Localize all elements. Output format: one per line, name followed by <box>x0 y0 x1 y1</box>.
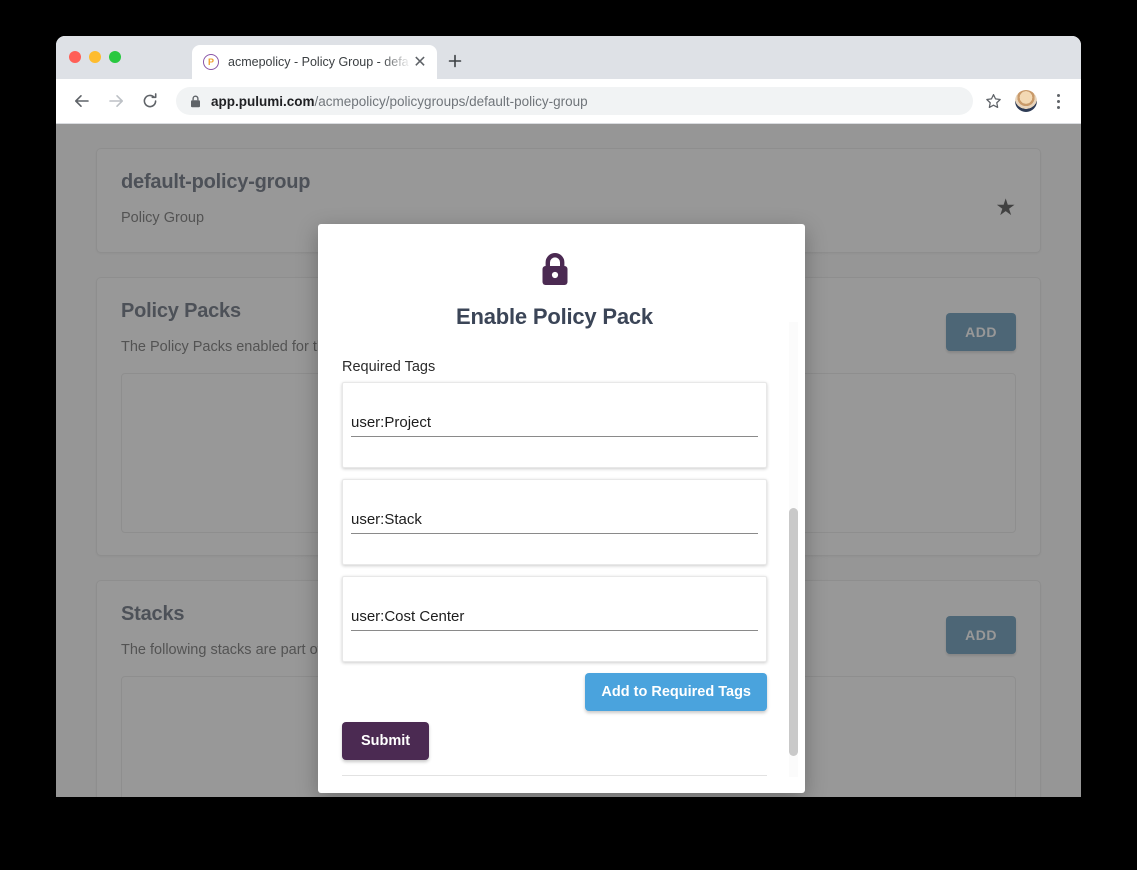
back-icon[interactable] <box>68 87 96 115</box>
required-tag-card <box>342 479 767 565</box>
enable-policy-pack-dialog: Enable Policy Pack Required Tags Add to … <box>318 224 805 793</box>
add-to-required-tags-button[interactable]: Add to Required Tags <box>585 673 767 711</box>
url-domain: app.pulumi.com <box>211 93 315 109</box>
new-tab-button[interactable] <box>442 48 468 74</box>
required-tag-input-3[interactable] <box>351 607 758 631</box>
add-tags-row: Add to Required Tags <box>342 673 767 711</box>
submit-row: Submit <box>342 722 767 760</box>
browser-tab-active[interactable]: P acmepolicy - Policy Group - defa ✕ <box>192 45 437 79</box>
required-tag-card <box>342 382 767 468</box>
forward-icon[interactable] <box>102 87 130 115</box>
submit-button[interactable]: Submit <box>342 722 430 760</box>
window-zoom-button[interactable] <box>109 51 121 63</box>
required-tag-card <box>342 576 767 662</box>
page-viewport: default-policy-group Policy Group ★ Poli… <box>56 124 1081 797</box>
reload-icon[interactable] <box>136 87 164 115</box>
close-icon[interactable]: ✕ <box>411 53 429 71</box>
browser-tab-title: acmepolicy - Policy Group - defa <box>228 55 409 69</box>
dialog-scrollbar-thumb[interactable] <box>789 508 798 756</box>
browser-window: P acmepolicy - Policy Group - defa ✕ app… <box>56 36 1081 797</box>
browser-toolbar: app.pulumi.com/acmepolicy/policygroups/d… <box>56 79 1081 124</box>
dialog-title: Enable Policy Pack <box>456 304 653 329</box>
dialog-content: Enable Policy Pack Required Tags Add to … <box>318 224 805 793</box>
browser-tab-strip: P acmepolicy - Policy Group - defa ✕ <box>56 36 1081 79</box>
avatar[interactable] <box>1015 90 1037 112</box>
required-tags-label: Required Tags <box>342 359 436 375</box>
required-tag-input-2[interactable] <box>351 510 758 534</box>
window-close-button[interactable] <box>69 51 81 63</box>
lock-icon <box>190 95 201 108</box>
dialog-scrollbar[interactable] <box>789 322 798 777</box>
browser-menu-icon[interactable] <box>1049 93 1067 109</box>
dialog-divider <box>342 775 767 776</box>
url-path: /acmepolicy/policygroups/default-policy-… <box>314 93 588 109</box>
address-bar[interactable]: app.pulumi.com/acmepolicy/policygroups/d… <box>176 87 973 115</box>
bookmark-star-icon[interactable] <box>981 89 1005 113</box>
pulumi-logo-icon: P <box>203 54 219 70</box>
address-bar-url: app.pulumi.com/acmepolicy/policygroups/d… <box>211 94 588 109</box>
window-minimize-button[interactable] <box>89 51 101 63</box>
required-tag-input-1[interactable] <box>351 413 758 437</box>
lock-icon <box>540 253 570 291</box>
window-traffic-lights <box>69 51 121 63</box>
